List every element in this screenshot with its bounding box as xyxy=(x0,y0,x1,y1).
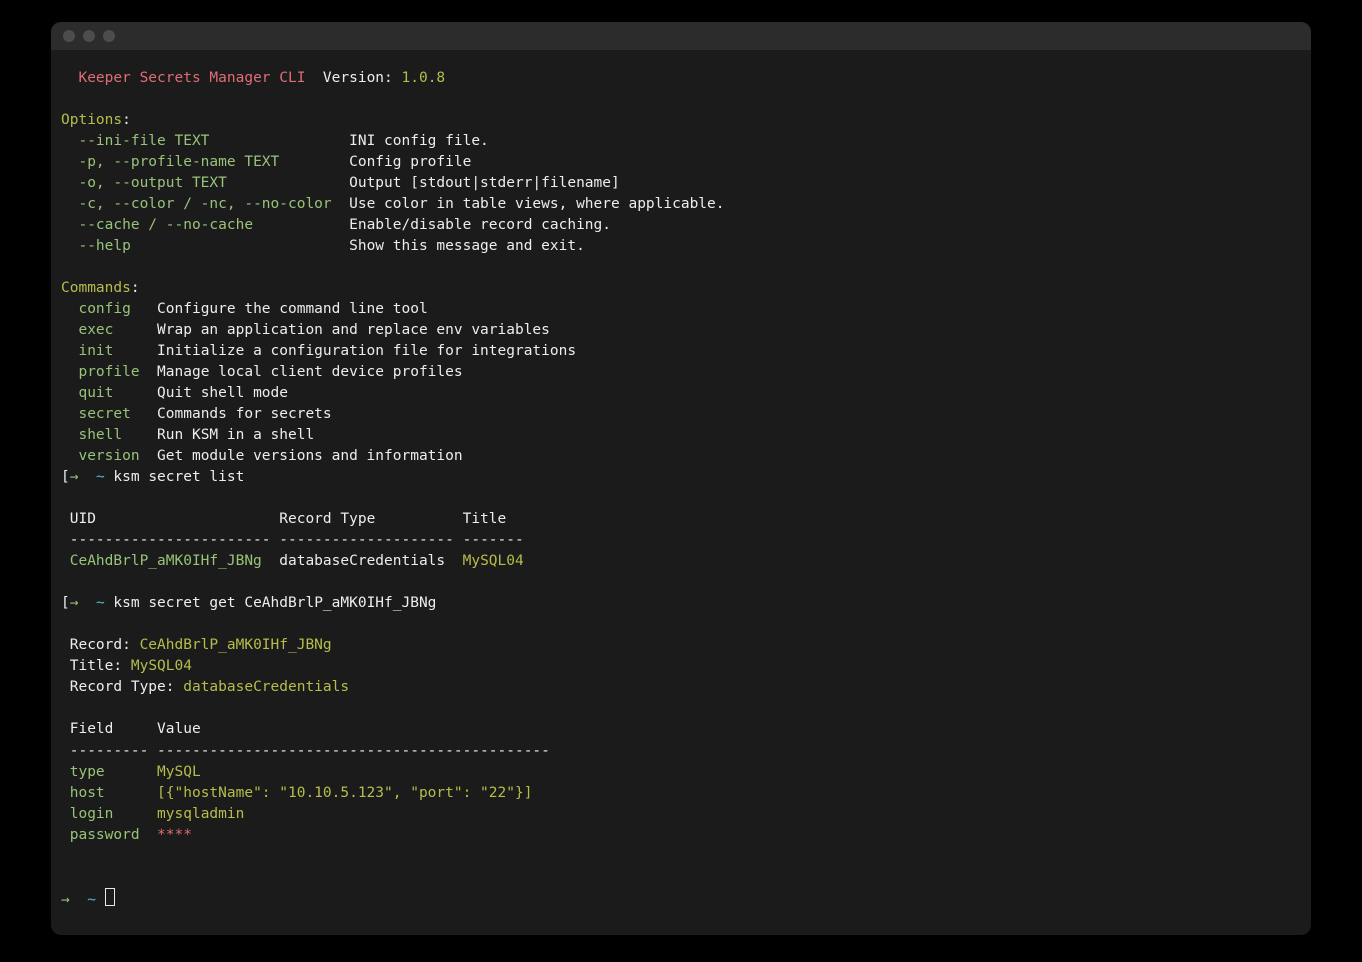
traffic-light-minimize-icon[interactable] xyxy=(83,30,95,42)
titlebar xyxy=(51,22,1311,50)
terminal-body[interactable]: Keeper Secrets Manager CLI Version: 1.0.… xyxy=(51,50,1311,935)
traffic-light-close-icon[interactable] xyxy=(63,30,75,42)
traffic-light-zoom-icon[interactable] xyxy=(103,30,115,42)
cursor-icon xyxy=(105,888,115,906)
terminal-window: Keeper Secrets Manager CLI Version: 1.0.… xyxy=(51,22,1311,935)
